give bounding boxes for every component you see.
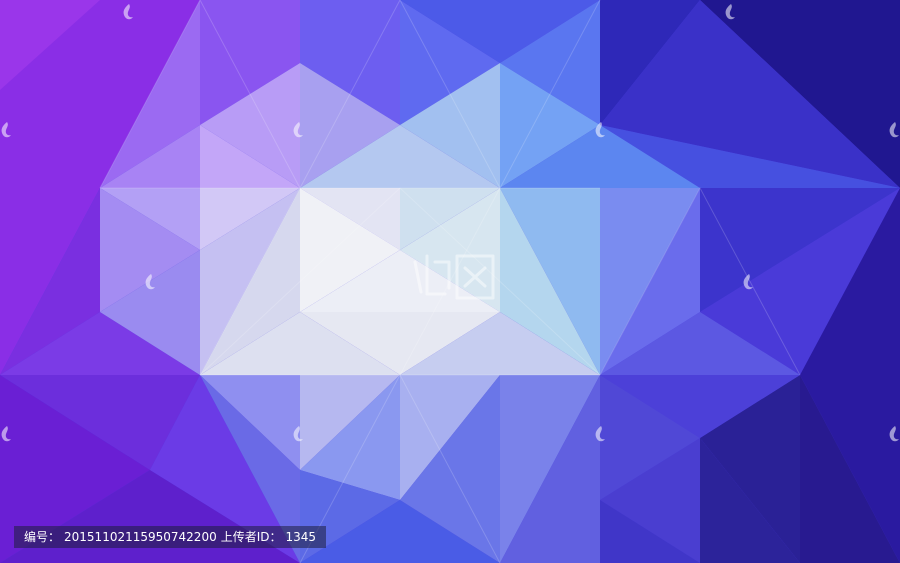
uploader-value: 1345 — [285, 530, 317, 544]
image-info-bar: 编号： 20151102115950742200 上传者ID： 1345 — [14, 526, 327, 548]
watermark-logo-icon — [738, 272, 760, 294]
watermark-logo-icon — [0, 424, 18, 446]
center-watermark-logo — [405, 242, 501, 314]
watermark-logo-icon — [884, 120, 900, 142]
watermark-logo-icon — [590, 120, 612, 142]
watermark-logo-icon — [884, 424, 900, 446]
watermark-logo-icon — [0, 120, 18, 142]
watermark-logo-icon — [140, 272, 162, 294]
uploader-label: 上传者ID： — [220, 530, 282, 544]
watermark-logo-icon — [590, 424, 612, 446]
watermark-logo-icon — [118, 2, 140, 24]
watermark-logo-icon — [288, 120, 310, 142]
background-artwork: 编号： 20151102115950742200 上传者ID： 1345 — [0, 0, 900, 563]
id-label: 编号： — [24, 530, 61, 544]
watermark-logo-icon — [720, 2, 742, 24]
watermark-logo-icon — [288, 424, 310, 446]
id-value: 20151102115950742200 — [64, 530, 217, 544]
